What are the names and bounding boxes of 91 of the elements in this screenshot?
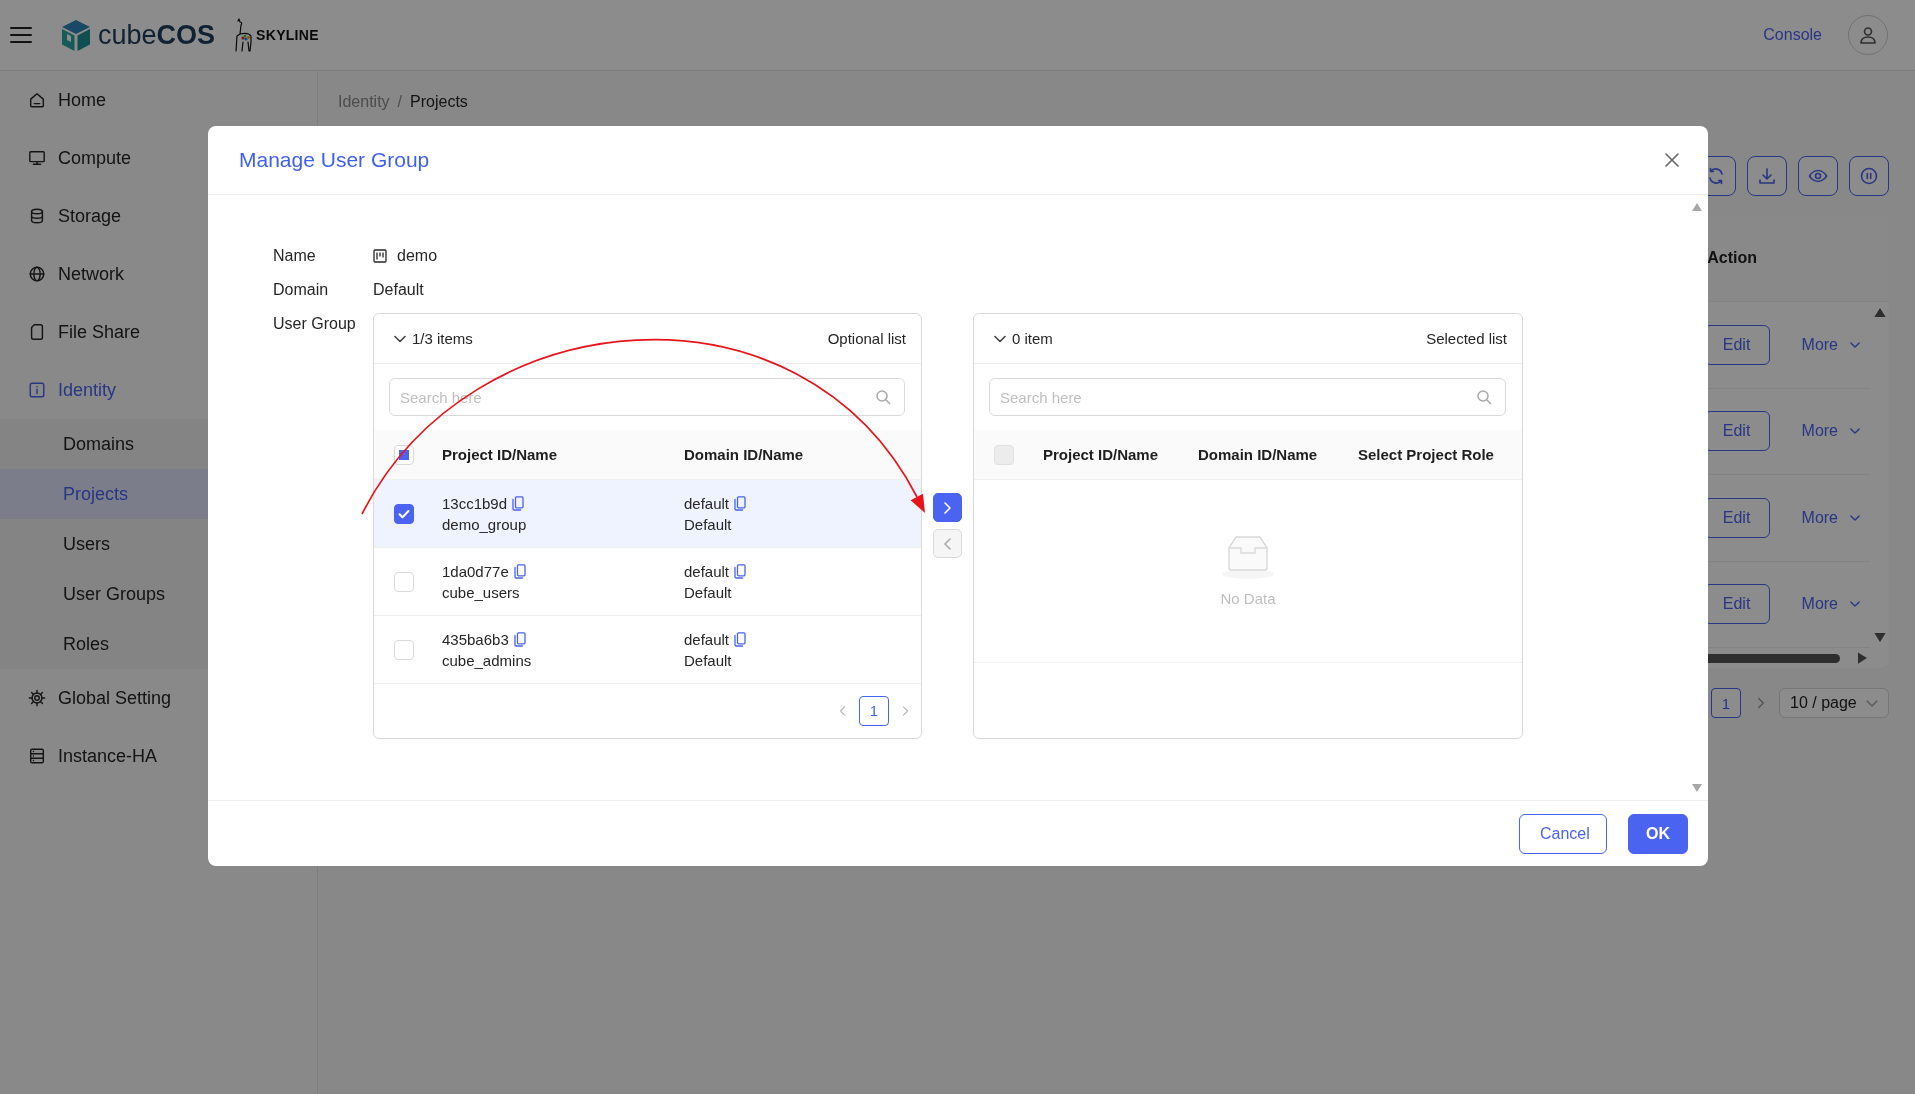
column-header: Project ID/Name bbox=[1043, 444, 1160, 465]
prev-icon bbox=[838, 705, 847, 717]
more-link[interactable]: More bbox=[1801, 595, 1860, 614]
console-link[interactable]: Console bbox=[1763, 26, 1822, 44]
scroll-down-icon bbox=[1692, 784, 1702, 792]
project-name: cube_users bbox=[442, 582, 521, 603]
home-icon bbox=[28, 91, 46, 109]
brand-name: cubeCOS bbox=[98, 19, 216, 51]
field-value: Default bbox=[373, 280, 424, 300]
empty-text: No Data bbox=[1220, 589, 1276, 609]
settings-icon bbox=[28, 689, 46, 707]
chevron-down-icon bbox=[994, 334, 1006, 343]
caret-icon bbox=[1850, 428, 1860, 435]
info-icon bbox=[28, 381, 46, 399]
next-icon bbox=[901, 705, 910, 717]
page-button[interactable]: 1 bbox=[1711, 688, 1741, 718]
domain-id: default bbox=[684, 629, 730, 650]
logo-text: SKYLINE bbox=[256, 27, 319, 43]
caret-icon bbox=[1850, 341, 1860, 348]
domain-name: Default bbox=[684, 514, 733, 535]
menu-icon[interactable] bbox=[10, 25, 32, 45]
globe-icon bbox=[28, 265, 46, 283]
field-value: demo bbox=[397, 246, 438, 266]
page-button[interactable]: 1 bbox=[859, 696, 889, 726]
caret-icon bbox=[1850, 601, 1860, 608]
column-header: Select Project Role bbox=[1358, 444, 1495, 465]
chevron-right-icon bbox=[942, 501, 953, 514]
scroll-up-icon bbox=[1692, 203, 1702, 211]
avatar-button[interactable] bbox=[1848, 15, 1888, 55]
domain-name: Default bbox=[684, 650, 733, 671]
more-link[interactable]: More bbox=[1801, 508, 1860, 527]
chevron-left-icon bbox=[942, 537, 953, 550]
caret-icon bbox=[1866, 699, 1878, 707]
domain-id: default bbox=[684, 493, 730, 514]
column-header: Domain ID/Name bbox=[684, 444, 805, 465]
refresh-icon bbox=[1706, 166, 1726, 186]
checkbox[interactable] bbox=[394, 503, 414, 524]
field-label: Domain bbox=[273, 280, 330, 300]
project-id: 1da0d77e bbox=[442, 561, 509, 582]
monitor-icon bbox=[28, 149, 46, 167]
dialog-title: Manage User Group bbox=[239, 148, 431, 172]
copy-icon[interactable] bbox=[512, 495, 525, 511]
column-header: Project ID/Name bbox=[442, 444, 559, 465]
copy-icon[interactable] bbox=[734, 495, 747, 511]
more-link[interactable]: More bbox=[1801, 422, 1860, 441]
search-icon bbox=[875, 389, 891, 405]
domain-name: Default bbox=[684, 582, 733, 603]
chevron-down-icon bbox=[394, 334, 406, 343]
copy-icon[interactable] bbox=[734, 631, 747, 647]
search-field[interactable]: Search here bbox=[989, 378, 1506, 416]
eye-button[interactable] bbox=[1798, 156, 1838, 196]
project-id: 435ba6b3 bbox=[442, 629, 509, 650]
cube-logo-icon bbox=[62, 19, 90, 51]
scroll-up-icon bbox=[1873, 308, 1886, 317]
list-title: Selected list bbox=[1426, 328, 1507, 349]
list-title: Optional list bbox=[827, 328, 906, 349]
field-label: User Group bbox=[273, 314, 357, 334]
copy-icon[interactable] bbox=[513, 563, 526, 579]
copy-icon[interactable] bbox=[734, 563, 747, 579]
breadcrumb-separator: / bbox=[397, 92, 403, 112]
move-right-button[interactable] bbox=[933, 493, 962, 522]
download-button[interactable] bbox=[1747, 156, 1787, 196]
caret-icon bbox=[1850, 514, 1860, 521]
item-count: 0 item bbox=[1012, 328, 1053, 349]
copy-icon[interactable] bbox=[513, 631, 526, 647]
next-icon bbox=[1756, 697, 1766, 709]
pause-icon bbox=[1859, 166, 1879, 186]
server-icon bbox=[28, 747, 46, 765]
column-header: Domain ID/Name bbox=[1198, 444, 1319, 465]
item-count: 1/3 items bbox=[412, 328, 473, 349]
scroll-down-icon bbox=[1873, 633, 1886, 642]
user-icon bbox=[1858, 25, 1878, 45]
ok-button[interactable]: OK bbox=[1628, 813, 1688, 854]
search-icon bbox=[1476, 389, 1492, 405]
project-name: cube_admins bbox=[442, 650, 533, 671]
column-header: Action bbox=[1707, 249, 1757, 267]
more-link[interactable]: More bbox=[1801, 335, 1860, 354]
board-icon bbox=[373, 249, 387, 263]
project-id: 13cc1b9d bbox=[442, 493, 508, 514]
download-icon bbox=[1757, 166, 1777, 186]
pause-button[interactable] bbox=[1849, 156, 1889, 196]
field-label: Name bbox=[273, 246, 317, 266]
tablet-icon bbox=[28, 323, 46, 341]
domain-id: default bbox=[684, 561, 730, 582]
cancel-button[interactable]: Cancel bbox=[1519, 813, 1607, 854]
database-icon bbox=[28, 207, 46, 225]
breadcrumb-current: Projects bbox=[410, 92, 468, 112]
scroll-right-icon bbox=[1858, 652, 1867, 664]
project-name: demo_group bbox=[442, 514, 528, 535]
close-icon[interactable] bbox=[1664, 152, 1680, 168]
page-size-select[interactable]: 10 / page bbox=[1779, 688, 1889, 718]
